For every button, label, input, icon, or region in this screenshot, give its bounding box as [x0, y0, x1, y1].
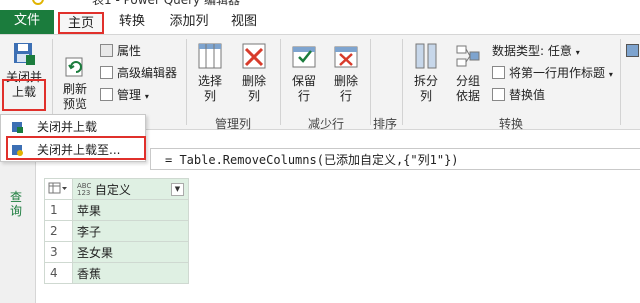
table-cell[interactable]: 苹果: [72, 199, 189, 221]
ribbon-tabs: 文件 主页 转换 添加列 视图: [0, 8, 640, 34]
group-by-button[interactable]: 分组 依据: [448, 41, 488, 104]
table-row: 2 李子: [44, 220, 189, 242]
keep-rows-label: 保留 行: [291, 74, 316, 103]
queries-pane-label: 查询: [10, 190, 23, 218]
group-label-reduce-rows: 减少行: [307, 117, 344, 131]
group-label-sort: 排序: [372, 117, 397, 131]
first-row-header-label: 将第一行用作标题: [509, 66, 606, 80]
table-row: 3 圣女果: [44, 241, 189, 263]
highlight-close-load: [2, 79, 46, 111]
formula-bar[interactable]: = Table.RemoveColumns(已添加自定义,{"列1"}): [150, 148, 640, 170]
column-header-label: 自定义: [94, 182, 131, 197]
header-row: ABC 123 自定义 ▼: [44, 178, 189, 200]
tab-home[interactable]: 主页: [58, 12, 104, 34]
type-any-icon: ABC 123: [77, 182, 92, 197]
table-row: 1 苹果: [44, 199, 189, 221]
more-ribbon-icon[interactable]: [626, 43, 640, 59]
separator: [620, 39, 621, 125]
remove-rows-label: 删除 行: [333, 74, 358, 103]
menu-item-close-load[interactable]: 关闭并上载: [1, 116, 145, 138]
table-cell[interactable]: 李子: [72, 220, 189, 242]
table-cell[interactable]: 香蕉: [72, 262, 189, 284]
tab-transform[interactable]: 转换: [114, 12, 150, 34]
row-number: 2: [44, 220, 73, 242]
remove-rows-button[interactable]: 删除 行: [326, 41, 366, 104]
split-column-button[interactable]: 拆分 列: [406, 41, 446, 104]
column-header-custom[interactable]: ABC 123 自定义 ▼: [72, 178, 189, 200]
row-number: 3: [44, 241, 73, 263]
window-title: 表1 - Power Query 编辑器: [92, 0, 240, 7]
replace-values-button[interactable]: 替换值: [492, 87, 545, 103]
replace-values-label: 替换值: [509, 88, 546, 102]
remove-columns-button[interactable]: 删除 列: [234, 41, 274, 104]
first-row-header-button[interactable]: 将第一行用作标题 ▾: [492, 65, 613, 83]
properties-button[interactable]: 属性: [100, 43, 141, 59]
chevron-down-icon: ▾: [144, 92, 149, 101]
data-type-dropdown[interactable]: 数据类型: 任意 ▾: [492, 43, 580, 61]
data-type-label: 数据类型: 任意: [492, 44, 572, 58]
menu-item-label: 关闭并上载: [37, 120, 98, 134]
tab-add-column[interactable]: 添加列: [162, 12, 216, 34]
table-menu-icon: [48, 182, 67, 193]
header-row-icon: [492, 66, 505, 79]
highlight-close-load-to: [6, 136, 146, 160]
columns-icon: [198, 43, 222, 69]
separator: [280, 39, 281, 125]
separator: [186, 39, 187, 125]
filter-dropdown-icon[interactable]: ▼: [171, 183, 184, 196]
remove-rows-icon: [334, 46, 358, 68]
remove-columns-icon: [242, 43, 266, 69]
tab-view[interactable]: 视图: [226, 12, 262, 34]
manage-button[interactable]: 管理 ▾: [100, 87, 149, 105]
advanced-editor-label: 高级编辑器: [117, 66, 178, 80]
manage-label: 管理: [117, 88, 142, 102]
choose-columns-button[interactable]: 选择 列: [190, 41, 230, 104]
properties-icon: [100, 44, 113, 57]
advanced-editor-button[interactable]: 高级编辑器: [100, 65, 177, 81]
close-load-icon: [12, 122, 23, 133]
data-grid: ABC 123 自定义 ▼ 1 苹果 2 李子 3 圣女果 4 香蕉: [44, 178, 189, 284]
chevron-down-icon: ▾: [575, 48, 580, 57]
title-bar: 表1 - Power Query 编辑器: [0, 0, 640, 8]
refresh-icon: [65, 57, 83, 77]
group-by-icon: [456, 45, 480, 67]
separator: [402, 39, 403, 125]
save-disk-icon: [14, 43, 35, 65]
formula-text: = Table.RemoveColumns(已添加自定义,{"列1"}): [165, 153, 459, 167]
group-label-transform: 转换: [498, 117, 523, 131]
group-by-label: 分组 依据: [455, 74, 480, 103]
chevron-down-icon: ▾: [608, 70, 613, 79]
row-number: 1: [44, 199, 73, 221]
row-number: 4: [44, 262, 73, 284]
separator: [370, 39, 371, 125]
choose-columns-label: 选择 列: [197, 74, 222, 103]
replace-values-icon: [492, 88, 505, 101]
tab-file[interactable]: 文件: [0, 10, 54, 34]
separator: [52, 39, 53, 125]
keep-rows-button[interactable]: 保留 行: [284, 41, 324, 104]
split-column-icon: [415, 43, 437, 69]
keep-rows-icon: [292, 46, 316, 68]
split-column-label: 拆分 列: [413, 74, 438, 103]
remove-columns-label: 删除 列: [241, 74, 266, 103]
refresh-preview-button[interactable]: 刷新 预览: [56, 55, 94, 112]
table-row: 4 香蕉: [44, 262, 189, 284]
properties-label: 属性: [117, 44, 142, 58]
table-cell[interactable]: 圣女果: [72, 241, 189, 263]
refresh-label: 刷新 预览: [62, 82, 87, 111]
advanced-editor-icon: [100, 66, 113, 79]
manage-icon: [100, 88, 113, 101]
app-icon: [32, 0, 44, 5]
grid-corner[interactable]: [44, 178, 73, 200]
group-label-manage-columns: 管理列: [214, 117, 251, 131]
more-icon: [626, 44, 639, 57]
